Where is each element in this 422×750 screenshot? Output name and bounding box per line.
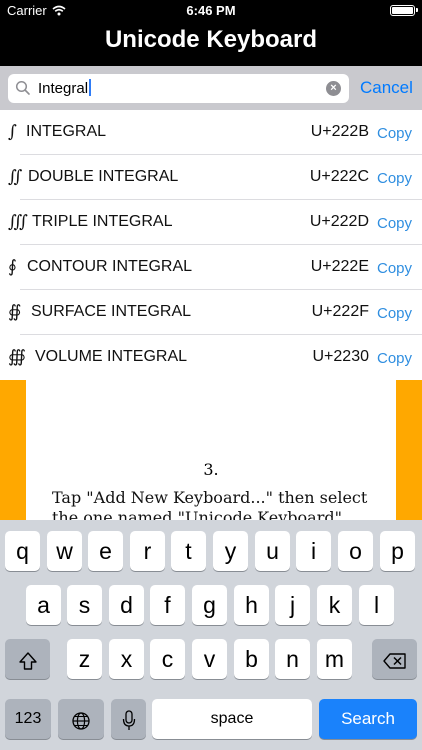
clear-search-button[interactable]: × (326, 81, 341, 96)
delete-icon (382, 653, 406, 669)
status-bar: Carrier 6:46 PM (0, 0, 422, 22)
search-key[interactable]: Search (319, 699, 417, 739)
key-e[interactable]: e (88, 531, 123, 571)
keyboard: q w e r t y u i o p a s d f g h j k l z … (0, 520, 422, 750)
dictation-key[interactable] (111, 699, 146, 739)
key-u[interactable]: u (255, 531, 290, 571)
copy-button[interactable]: Copy (377, 350, 412, 367)
character-glyph: ∬ (8, 167, 23, 187)
key-l[interactable]: l (359, 585, 394, 625)
character-code: U+2230 (312, 348, 370, 365)
character-code: U+222E (310, 258, 369, 275)
key-p[interactable]: p (380, 531, 415, 571)
character-name: TRIPLE INTEGRAL (32, 213, 173, 230)
result-row[interactable]: ∭ TRIPLE INTEGRAL U+222D Copy (0, 200, 422, 245)
result-row[interactable]: ∮ CONTOUR INTEGRAL U+222E Copy (0, 245, 422, 290)
copy-button[interactable]: Copy (377, 215, 412, 232)
space-key[interactable]: space (152, 699, 312, 739)
microphone-icon (122, 710, 135, 730)
search-bar: Integral × Cancel (0, 66, 422, 110)
character-glyph: ∰ (8, 347, 26, 367)
step-instructions: Tap "Add New Keyboard..." then select th… (52, 488, 392, 520)
character-code: U+222C (309, 168, 369, 185)
key-b[interactable]: b (234, 639, 269, 679)
key-q[interactable]: q (5, 531, 40, 571)
instruction-page-background: 3. Tap "Add New Keyboard..." then select… (0, 380, 422, 520)
key-t[interactable]: t (171, 531, 206, 571)
character-name: INTEGRAL (26, 123, 107, 140)
shift-key[interactable] (5, 639, 50, 679)
copy-button[interactable]: Copy (377, 260, 412, 277)
search-icon (15, 80, 30, 95)
key-y[interactable]: y (213, 531, 248, 571)
character-glyph: ∭ (8, 212, 29, 232)
text-cursor (89, 79, 92, 96)
battery-icon (390, 5, 418, 16)
result-row[interactable]: ∫ INTEGRAL U+222B Copy (0, 110, 422, 155)
key-n[interactable]: n (275, 639, 310, 679)
search-input-value: Integral (38, 79, 92, 97)
key-d[interactable]: d (109, 585, 144, 625)
key-m[interactable]: m (317, 639, 352, 679)
character-glyph: ∯ (8, 302, 22, 322)
character-code: U+222D (309, 213, 369, 230)
key-k[interactable]: k (317, 585, 352, 625)
result-row[interactable]: ∰ VOLUME INTEGRAL U+2230 Copy (0, 335, 422, 380)
character-name: DOUBLE INTEGRAL (28, 168, 179, 185)
copy-button[interactable]: Copy (377, 170, 412, 187)
key-f[interactable]: f (150, 585, 185, 625)
instruction-line: the one named "Unicode Keyboard". (52, 508, 348, 520)
result-row[interactable]: ∬ DOUBLE INTEGRAL U+222C Copy (0, 155, 422, 200)
clock: 6:46 PM (186, 3, 236, 18)
character-name: VOLUME INTEGRAL (35, 348, 188, 365)
character-name: SURFACE INTEGRAL (31, 303, 192, 320)
key-x[interactable]: x (109, 639, 144, 679)
key-z[interactable]: z (67, 639, 102, 679)
key-v[interactable]: v (192, 639, 227, 679)
search-input[interactable]: Integral × (8, 74, 349, 103)
delete-key[interactable] (372, 639, 417, 679)
character-glyph: ∮ (8, 257, 17, 277)
key-w[interactable]: w (47, 531, 82, 571)
character-name: CONTOUR INTEGRAL (27, 258, 193, 275)
key-a[interactable]: a (26, 585, 61, 625)
key-r[interactable]: r (130, 531, 165, 571)
character-glyph: ∫ (8, 122, 17, 142)
key-i[interactable]: i (296, 531, 331, 571)
copy-button[interactable]: Copy (377, 125, 412, 142)
copy-button[interactable]: Copy (377, 305, 412, 322)
step-number: 3. (203, 460, 219, 479)
results-list: ∫ INTEGRAL U+222B Copy ∬ DOUBLE INTEGRAL… (0, 110, 422, 380)
result-row[interactable]: ∯ SURFACE INTEGRAL U+222F Copy (0, 290, 422, 335)
shift-icon (18, 652, 37, 670)
character-code: U+222B (310, 123, 369, 140)
cancel-button[interactable]: Cancel (360, 78, 413, 98)
key-g[interactable]: g (192, 585, 227, 625)
key-c[interactable]: c (150, 639, 185, 679)
key-s[interactable]: s (67, 585, 102, 625)
globe-key[interactable] (58, 699, 104, 739)
globe-icon (72, 712, 90, 730)
navigation-bar: Unicode Keyboard (0, 22, 422, 66)
battery-level (392, 7, 413, 14)
key-j[interactable]: j (275, 585, 310, 625)
key-h[interactable]: h (234, 585, 269, 625)
numbers-key[interactable]: 123 (5, 699, 51, 739)
instruction-page: 3. Tap "Add New Keyboard..." then select… (26, 380, 396, 520)
page-title: Unicode Keyboard (104, 26, 318, 53)
character-code: U+222F (311, 303, 369, 320)
key-o[interactable]: o (338, 531, 373, 571)
instruction-line: Tap "Add New Keyboard..." then select (52, 488, 368, 507)
